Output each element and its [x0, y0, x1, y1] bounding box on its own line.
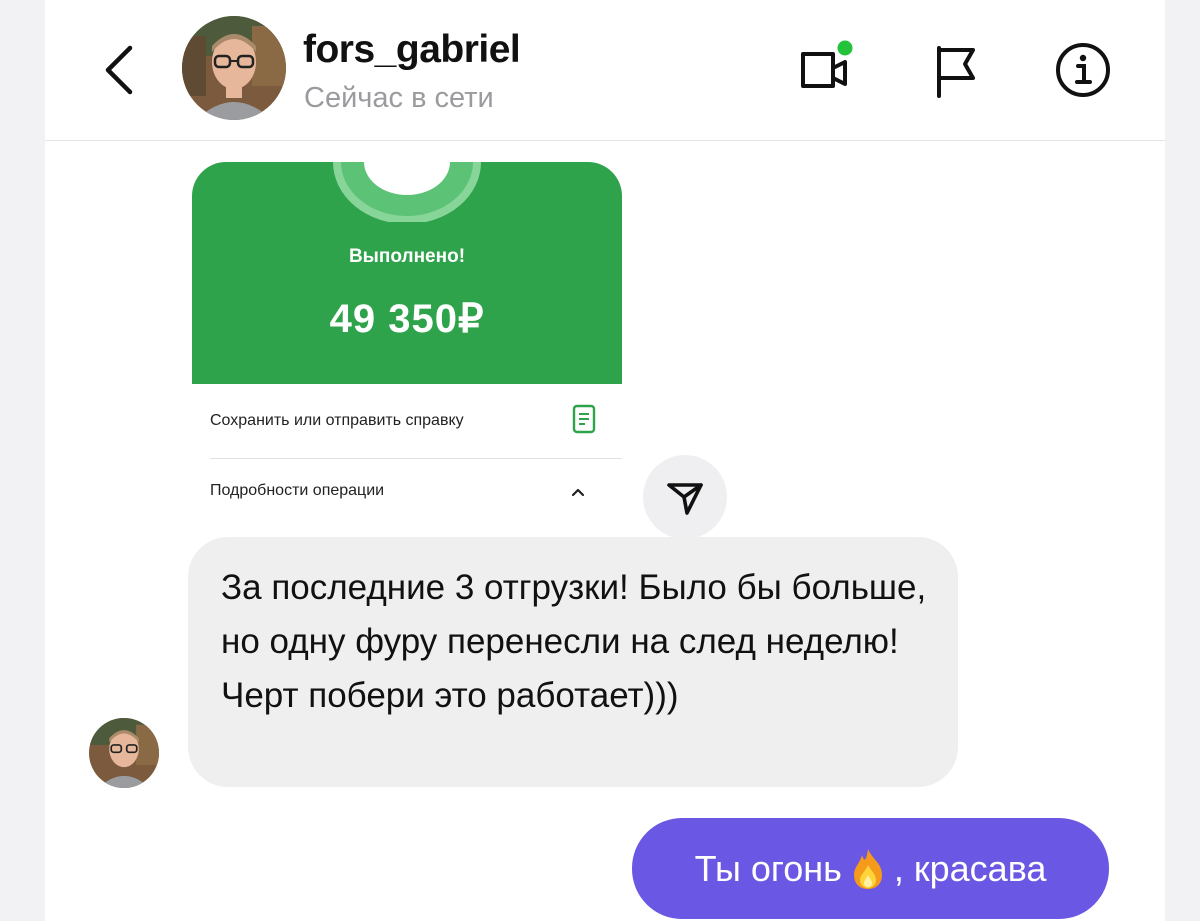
message-text-end: , красава — [893, 847, 1047, 889]
operation-details-label: Подробности операции — [210, 482, 385, 499]
video-call-icon[interactable] — [793, 40, 853, 100]
save-receipt-row[interactable]: Сохранить или отправить справку — [210, 392, 622, 452]
chevron-up-icon[interactable] — [570, 486, 586, 498]
message-text: За последние 3 отгрузки! Было бы больше,… — [221, 568, 927, 715]
incoming-message[interactable]: За последние 3 отгрузки! Было бы больше,… — [188, 537, 958, 787]
payment-success-banner: Выполнено! 49 350₽ — [192, 162, 622, 384]
info-icon[interactable] — [1053, 40, 1113, 100]
save-receipt-label: Сохранить или отправить справку — [210, 412, 464, 429]
avatar[interactable] — [182, 16, 286, 120]
back-icon[interactable] — [100, 42, 140, 98]
avatar-image — [89, 718, 159, 788]
receipt-icon — [572, 404, 596, 434]
send-icon — [667, 483, 703, 515]
sender-avatar[interactable] — [89, 718, 159, 788]
outgoing-message[interactable]: Ты огонь , красава — [632, 818, 1109, 919]
avatar-image — [182, 16, 286, 120]
message-text-start: Ты огонь — [694, 847, 842, 889]
share-button[interactable] — [643, 455, 727, 539]
divider — [210, 458, 622, 459]
operation-details-row[interactable]: Подробности операции — [210, 462, 622, 522]
fire-icon — [853, 848, 882, 889]
payment-receipt-image[interactable]: Выполнено! 49 350₽ Сохранить или отправи… — [192, 162, 622, 522]
online-status: Сейчас в сети — [304, 82, 494, 114]
payment-amount: 49 350₽ — [329, 297, 485, 341]
report-flag-icon[interactable] — [925, 40, 985, 100]
online-dot — [837, 40, 853, 56]
payment-status: Выполнено! — [348, 246, 466, 267]
chat-header: fors_gabriel Сейчас в сети — [45, 0, 1165, 141]
chat-username[interactable]: fors_gabriel — [303, 28, 521, 72]
success-circle-icon — [333, 162, 481, 222]
chat-panel: fors_gabriel Сейчас в сети Выполнено! 49… — [45, 0, 1165, 921]
